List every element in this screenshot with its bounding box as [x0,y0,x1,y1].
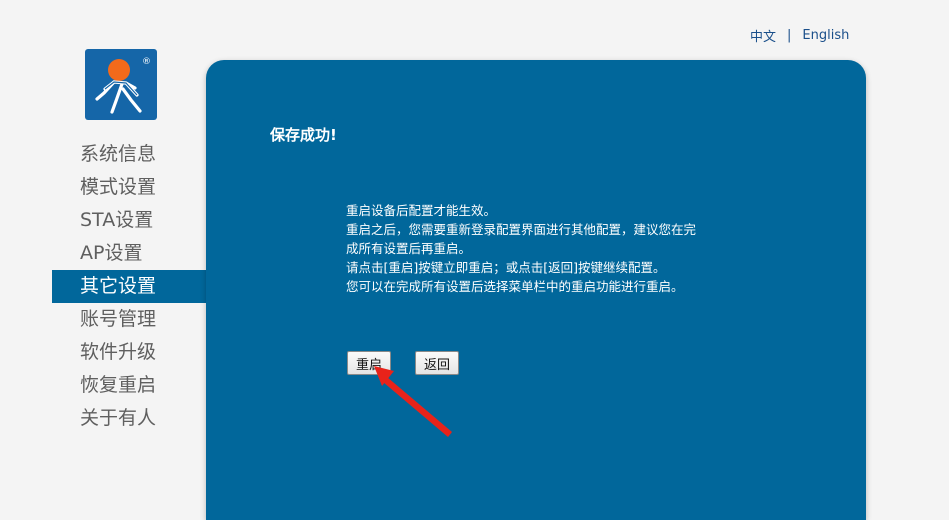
back-button[interactable]: 返回 [415,351,460,375]
page-title: 保存成功! [270,126,337,144]
sidebar-item-restore-reboot[interactable]: 恢复重启 [52,369,206,402]
company-logo: ® [85,49,157,120]
sidebar-item-software-upgrade[interactable]: 软件升级 [52,336,206,369]
message-line: 您可以在完成所有设置后选择菜单栏中的重启功能进行重启。 [346,279,684,294]
registered-mark: ® [142,57,151,67]
sidebar-item-system-info[interactable]: 系统信息 [52,138,206,171]
message-line: 成所有设置后再重启。 [346,241,472,256]
reboot-button[interactable]: 重启 [347,351,392,375]
lang-separator: | [787,28,792,43]
message-line: 重启之后，您需要重新登录配置界面进行其他配置，建议您在完 [346,222,697,237]
sidebar-item-sta-settings[interactable]: STA设置 [52,204,206,237]
sidebar-nav: 系统信息 模式设置 STA设置 AP设置 其它设置 账号管理 软件升级 恢复重启… [52,138,206,435]
running-man-logo-icon: ® [95,57,151,114]
content-panel: 保存成功! 重启设备后配置才能生效。 重启之后，您需要重新登录配置界面进行其他配… [206,60,866,520]
reboot-message: 重启设备后配置才能生效。 重启之后，您需要重新登录配置界面进行其他配置，建议您在… [346,201,766,296]
sidebar-item-other-settings[interactable]: 其它设置 [52,270,206,303]
language-switcher: 中文 | English [750,26,849,45]
lang-english-link[interactable]: English [802,28,849,43]
sidebar-item-mode-settings[interactable]: 模式设置 [52,171,206,204]
message-line: 重启设备后配置才能生效。 [346,203,497,218]
sidebar-item-account-management[interactable]: 账号管理 [52,303,206,336]
sidebar-item-about-us[interactable]: 关于有人 [52,402,206,435]
sidebar-item-ap-settings[interactable]: AP设置 [52,237,206,270]
message-line: 请点击[重启]按键立即重启；或点击[返回]按键继续配置。 [346,260,666,275]
lang-chinese-link[interactable]: 中文 [750,26,776,45]
